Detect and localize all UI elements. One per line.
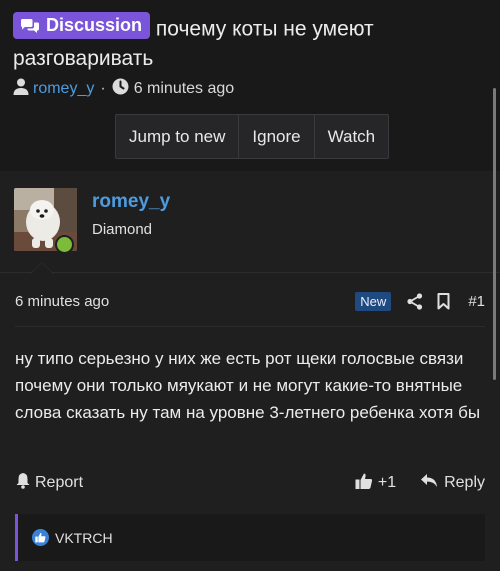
like-button[interactable]: +1: [355, 472, 396, 495]
report-label: Report: [35, 474, 84, 491]
user-icon: [13, 78, 29, 100]
reply-arrow-icon: [420, 473, 438, 493]
post-user-bar: romey_y Diamond: [0, 171, 500, 274]
post-number[interactable]: #1: [468, 293, 485, 310]
discussion-bubbles-icon: [20, 18, 40, 34]
online-status-indicator: [55, 235, 74, 254]
post-meta: 6 minutes ago New #1: [15, 289, 485, 327]
likes-summary: VKTRCH: [15, 514, 485, 561]
thread-meta: romey_y · 6 minutes ago: [13, 78, 234, 100]
post-footer: Report +1 Reply: [15, 471, 485, 495]
thumbs-up-icon: [32, 529, 49, 546]
liked-by-user-link[interactable]: VKTRCH: [55, 530, 113, 546]
post-username[interactable]: romey_y: [92, 191, 170, 213]
thread-actions: Jump to new Ignore Watch: [115, 114, 390, 159]
thread-author-link[interactable]: romey_y: [33, 80, 94, 98]
jump-to-new-button[interactable]: Jump to new: [116, 115, 240, 158]
post-time[interactable]: 6 minutes ago: [15, 293, 109, 310]
thumbs-up-icon: [355, 472, 373, 495]
meta-separator: ·: [100, 80, 106, 97]
thread-header: Discussion почему коты не умеют разговар…: [0, 0, 500, 171]
watch-button[interactable]: Watch: [315, 115, 389, 158]
thread-time: 6 minutes ago: [133, 80, 235, 97]
clock-icon: [112, 78, 129, 100]
report-button[interactable]: Report: [15, 472, 83, 494]
reply-button[interactable]: Reply: [420, 473, 485, 493]
post-meta-actions: New #1: [355, 292, 485, 311]
discussion-badge[interactable]: Discussion: [13, 12, 151, 39]
discussion-badge-label: Discussion: [46, 15, 143, 35]
post: romey_y Diamond 6 minutes ago New #1 ну …: [0, 171, 500, 571]
reply-label: Reply: [444, 474, 485, 491]
share-icon[interactable]: [407, 293, 423, 310]
bell-icon: [15, 472, 31, 494]
post-body: ну типо серьезно у них же есть рот щеки …: [15, 349, 481, 422]
thread-title-line: Discussion почему коты не умеют разговар…: [13, 12, 483, 73]
new-badge: New: [355, 292, 392, 311]
scrollbar[interactable]: [493, 88, 496, 380]
bookmark-icon[interactable]: [437, 293, 450, 310]
like-count: +1: [377, 474, 397, 491]
user-title: Diamond: [92, 221, 153, 238]
ignore-button[interactable]: Ignore: [239, 115, 315, 158]
message-arrow: [30, 262, 54, 274]
